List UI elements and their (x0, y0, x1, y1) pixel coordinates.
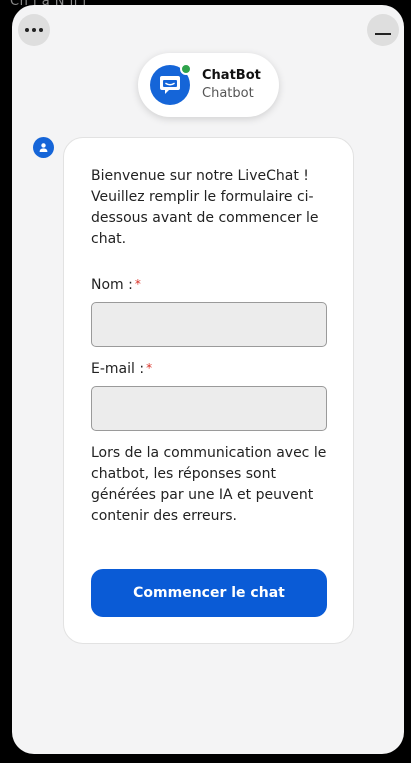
name-label-text: Nom : (91, 277, 133, 293)
welcome-message: Bienvenue sur notre LiveChat ! Veuillez … (91, 168, 319, 247)
chat-widget: ChatBot Chatbot Bienvenue sur notre Live… (12, 5, 404, 754)
email-label-text: E-mail : (91, 361, 145, 377)
email-input[interactable] (91, 386, 327, 431)
bot-message-avatar (33, 137, 54, 158)
start-chat-button[interactable]: Commencer le chat (91, 569, 327, 617)
minimize-icon (375, 33, 391, 35)
bot-avatar (150, 63, 192, 105)
online-status-dot (180, 63, 192, 75)
required-asterisk: * (134, 277, 141, 291)
required-asterisk: * (146, 361, 153, 375)
chat-bubble-icon (160, 76, 180, 94)
minimize-button[interactable] (367, 14, 399, 46)
user-icon (39, 143, 48, 152)
email-field-label: E-mail : * (91, 361, 152, 377)
bot-subtitle: Chatbot (202, 86, 254, 101)
name-input[interactable] (91, 302, 327, 347)
welcome-form-card: Bienvenue sur notre LiveChat ! Veuillez … (63, 137, 354, 644)
bot-name: ChatBot (202, 68, 261, 84)
more-options-button[interactable] (18, 14, 50, 46)
ellipsis-icon (25, 28, 43, 32)
name-field-label: Nom : * (91, 277, 141, 293)
bot-header: ChatBot Chatbot (138, 53, 279, 117)
ai-disclaimer: Lors de la communication avec le chatbot… (91, 445, 327, 524)
